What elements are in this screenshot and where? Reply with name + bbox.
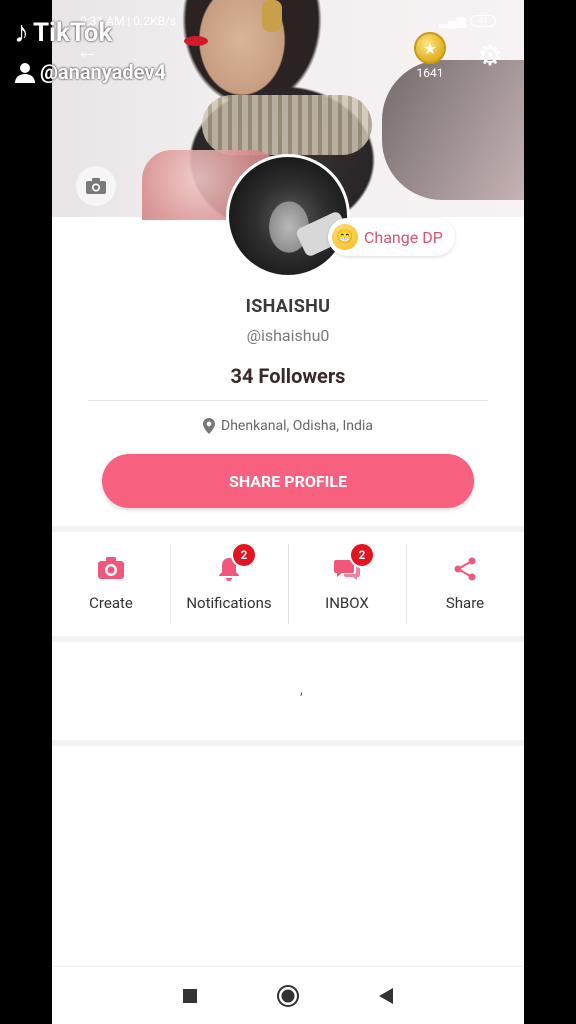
camera-icon [97, 556, 125, 584]
section-divider [52, 636, 524, 642]
tiktok-logo-icon: ♪ [14, 15, 29, 50]
square-icon [183, 988, 197, 1003]
gear-icon[interactable]: ⚙ [476, 42, 504, 70]
tiktok-watermark: ♪ TikTok [14, 15, 113, 50]
location-pin-icon [203, 418, 216, 434]
camera-icon [86, 178, 106, 194]
recents-button[interactable] [176, 982, 204, 1010]
content-glyph: , [300, 682, 303, 698]
notifications-label: Notifications [186, 594, 272, 612]
signal-icon: ▂▄▆ [439, 14, 466, 28]
user-icon [15, 63, 35, 83]
coin-icon[interactable]: ★ [414, 32, 446, 64]
notifications-badge: 2 [231, 542, 257, 568]
create-label: Create [89, 594, 133, 612]
followers-count[interactable]: 34 Followers [52, 364, 524, 388]
home-button[interactable] [274, 982, 302, 1010]
grin-emoji-icon: 😁 [332, 224, 358, 250]
location: Dhenkanal, Odisha, India [52, 418, 524, 434]
change-cover-button[interactable] [76, 166, 116, 206]
share-label: Share [445, 594, 485, 612]
status-bar: 9:31 AM | 0.2KB/s ▂▄▆ 49 [80, 14, 520, 30]
content-area [52, 644, 524, 742]
location-text: Dhenkanal, Odisha, India [221, 418, 373, 434]
avatar[interactable] [226, 154, 350, 278]
coin-count: 1641 [416, 66, 444, 80]
share-profile-button[interactable]: SHARE PROFILE [102, 454, 474, 508]
user-watermark: @ananyadev4 [14, 60, 166, 84]
app-screen: 9:31 AM | 0.2KB/s ▂▄▆ 49 ← ★ 1641 ⚙ 😁 Ch… [52, 0, 524, 1024]
create-button[interactable]: Create [52, 544, 170, 624]
inbox-badge: 2 [349, 542, 375, 568]
divider [88, 400, 488, 401]
share-button[interactable]: Share [406, 544, 524, 624]
tiktok-watermark-text: TikTok [33, 18, 113, 48]
back-button[interactable] [372, 982, 400, 1010]
change-dp-button[interactable]: 😁 Change DP [328, 218, 455, 256]
circle-icon [277, 984, 299, 1007]
inbox-button[interactable]: 2 INBOX [288, 542, 406, 624]
notifications-button[interactable]: 2 Notifications [170, 542, 288, 624]
chat-icon: 2 [333, 542, 375, 584]
system-nav-bar [52, 966, 524, 1024]
section-divider [52, 526, 524, 532]
battery-icon: 49 [470, 15, 496, 27]
profile-name: ISHAISHU [245, 296, 331, 317]
share-icon [451, 556, 479, 584]
action-bar: Create 2 Notifications 2 INBOX Share [52, 542, 524, 624]
section-divider [52, 740, 524, 746]
bell-icon: 2 [215, 542, 257, 584]
profile-handle: @ishaishu0 [246, 326, 330, 345]
user-watermark-text: @ananyadev4 [40, 60, 166, 84]
change-dp-label: Change DP [364, 227, 443, 247]
inbox-label: INBOX [325, 594, 369, 612]
triangle-back-icon [379, 987, 393, 1004]
